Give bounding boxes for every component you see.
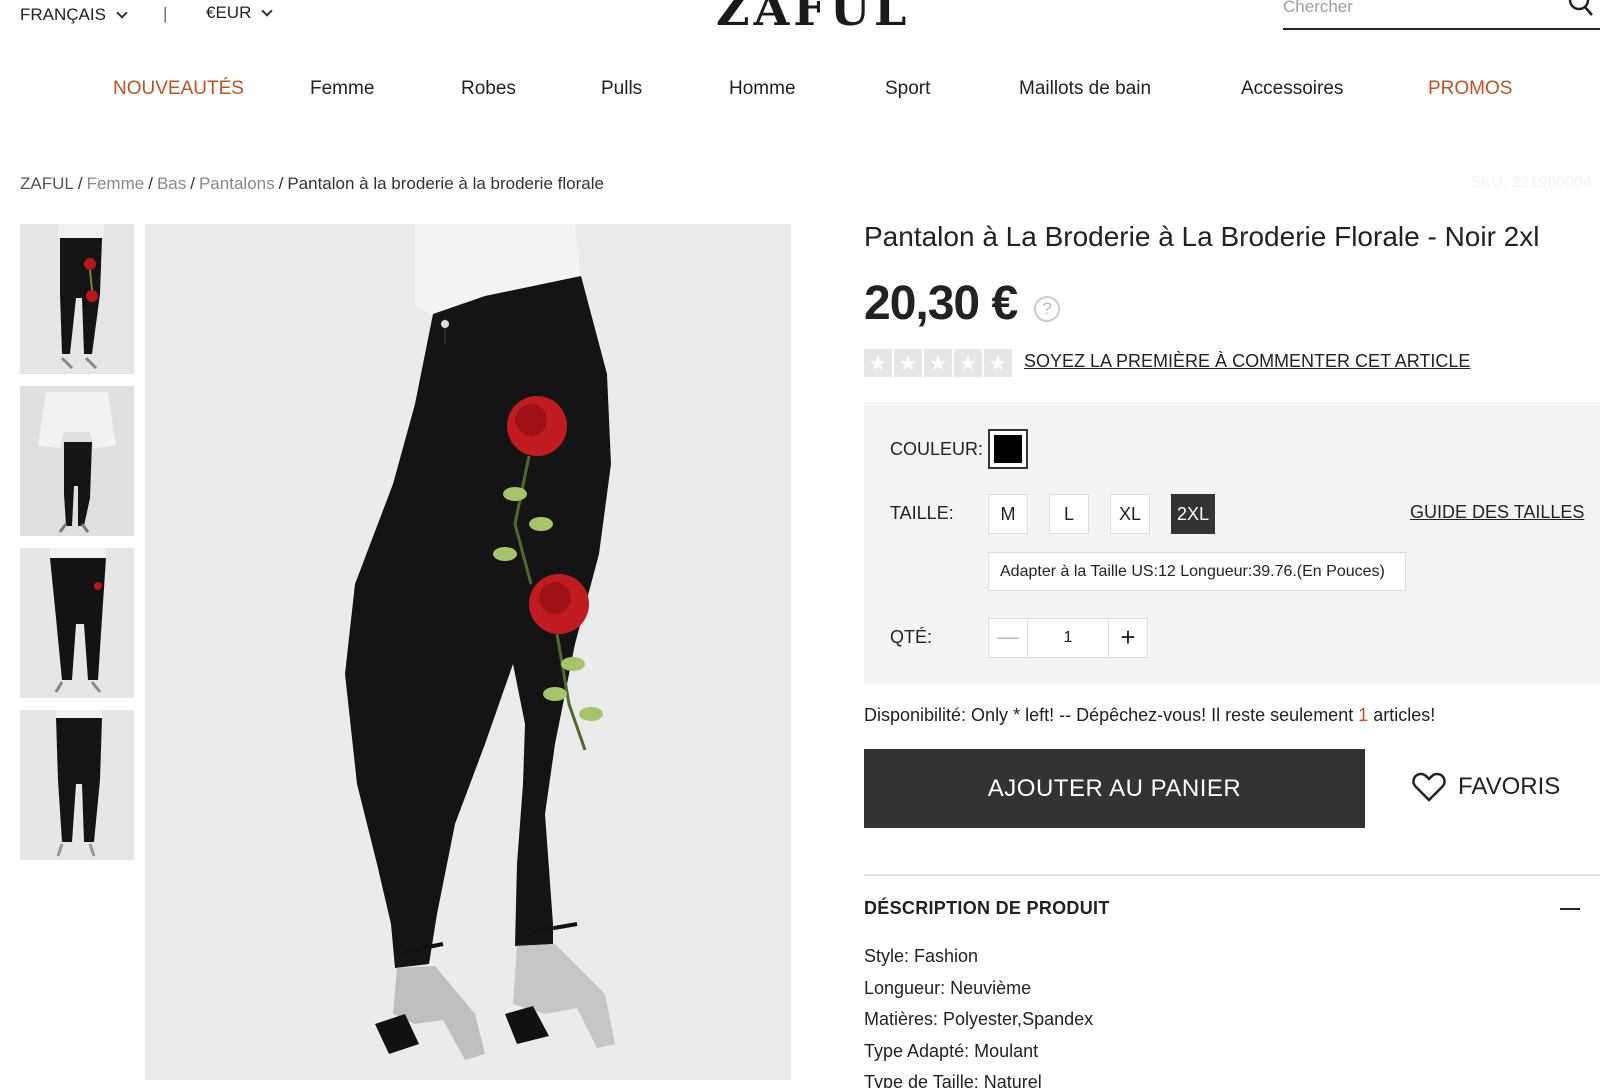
description-line: Matières: Polyester,Spandex: [864, 1009, 1094, 1029]
availability-count: 1: [1358, 705, 1369, 725]
availability-prefix: Disponibilité: Only * left! -- Dépêchez-…: [864, 705, 1359, 725]
size-option-2xl[interactable]: 2XL: [1171, 494, 1215, 534]
breadcrumb-separator: /: [190, 174, 195, 193]
search-icon[interactable]: [1567, 0, 1593, 20]
breadcrumb-separator: /: [77, 174, 83, 193]
thumbnail-image[interactable]: [20, 386, 134, 536]
description-title[interactable]: DÉSCRIPTION DE PRODUIT: [864, 898, 1110, 919]
rating-stars[interactable]: ★ ★ ★ ★ ★: [864, 349, 1012, 377]
nav-item-nouveautes[interactable]: NOUVEAUTÉS: [113, 78, 244, 100]
description-line: Type Adapté: Moulant: [864, 1041, 1039, 1061]
breadcrumb-separator: /: [278, 174, 284, 193]
description-line: Style: Fashion: [864, 946, 979, 966]
thumbnail-image[interactable]: [20, 224, 134, 374]
section-divider: [864, 874, 1600, 876]
star-icon: ★: [984, 349, 1012, 377]
search-box: [1283, 0, 1600, 30]
breadcrumb-link[interactable]: Femme: [87, 174, 145, 193]
product-title: Pantalon à La Broderie à La Broderie Flo…: [864, 221, 1540, 252]
search-input[interactable]: [1283, 0, 1543, 20]
review-link[interactable]: SOYEZ LA PREMIÈRE À COMMENTER CET ARTICL…: [1024, 351, 1470, 372]
nav-item-pulls[interactable]: Pulls: [601, 78, 642, 100]
size-option-l[interactable]: L: [1049, 494, 1089, 534]
color-label: COULEUR:: [890, 439, 984, 459]
description-line: Type de Taille: Naturel: [864, 1072, 1042, 1088]
color-fill: [994, 435, 1022, 463]
star-icon: ★: [954, 349, 982, 377]
breadcrumb-link[interactable]: Pantalons: [199, 174, 275, 193]
currency-selector[interactable]: €EUR: [206, 3, 274, 23]
nav-item-promos[interactable]: PROMOS: [1428, 78, 1512, 100]
breadcrumb-separator: /: [148, 174, 153, 193]
breadcrumb-current: Pantalon à la broderie à la broderie flo…: [287, 174, 604, 193]
language-label: FRANÇAIS: [20, 5, 106, 24]
size-option-xl[interactable]: XL: [1110, 494, 1150, 534]
chevron-down-icon: [261, 5, 274, 17]
qty-increase-button[interactable]: +: [1108, 619, 1147, 657]
product-price: 20,30 €: [864, 277, 1018, 330]
qty-decrease-button[interactable]: —: [989, 619, 1028, 657]
thumbnail-image[interactable]: [20, 710, 134, 860]
heart-icon: [1412, 772, 1446, 802]
language-selector[interactable]: FRANÇAIS: [20, 5, 128, 25]
add-to-cart-button[interactable]: AJOUTER AU PANIER: [864, 749, 1365, 828]
qty-label: QTÉ:: [890, 627, 933, 647]
availability-suffix: articles!: [1368, 705, 1436, 725]
breadcrumb-link[interactable]: ZAFUL: [20, 174, 74, 193]
product-main-image[interactable]: [145, 224, 791, 1080]
color-swatch-black[interactable]: [988, 429, 1028, 469]
nav-item-homme[interactable]: Homme: [729, 78, 796, 100]
size-fit-note: Adapter à la Taille US:12 Longueur:39.76…: [988, 552, 1406, 591]
star-icon: ★: [894, 349, 922, 377]
description-line: Longueur: Neuvième: [864, 978, 1032, 998]
breadcrumb: ZAFUL / Femme / Bas / Pantalons / Pantalon à la …: [20, 174, 604, 194]
favorites-label: FAVORIS: [1458, 773, 1561, 800]
nav-item-sport[interactable]: Sport: [885, 78, 930, 100]
site-logo[interactable]: ZAFUL: [716, 0, 910, 36]
availability-text: Disponibilité: Only * left! -- Dépêchez-…: [864, 705, 1435, 726]
breadcrumb-link[interactable]: Bas: [157, 174, 186, 193]
chevron-down-icon: [116, 7, 128, 19]
qty-input[interactable]: [1028, 619, 1108, 657]
thumbnail-image[interactable]: [20, 548, 134, 698]
quantity-stepper: — +: [988, 618, 1148, 658]
size-label: TAILLE:: [890, 503, 954, 523]
topbar-separator: |: [163, 4, 168, 23]
currency-label: €EUR: [206, 3, 252, 22]
question-icon[interactable]: ?: [1034, 296, 1060, 322]
favorites-button[interactable]: FAVORIS: [1412, 772, 1560, 802]
star-icon: ★: [924, 349, 952, 377]
sku-label: SKU: 221980004: [1470, 174, 1592, 191]
product-options-panel: COULEUR: TAILLE: M L XL 2XL GUIDE DES TA…: [864, 402, 1600, 684]
top-bar: FRANÇAIS | €EUR ZAFUL: [0, 0, 1600, 40]
size-guide-link[interactable]: GUIDE DES TAILLES: [1410, 502, 1584, 523]
main-nav: NOUVEAUTÉS Femme Robes Pulls Homme Sport…: [0, 78, 1600, 108]
star-icon: ★: [864, 349, 892, 377]
nav-item-maillots[interactable]: Maillots de bain: [1019, 78, 1151, 100]
size-option-m[interactable]: M: [988, 494, 1028, 534]
nav-item-robes[interactable]: Robes: [461, 78, 516, 100]
collapse-icon[interactable]: [1560, 908, 1580, 910]
nav-item-femme[interactable]: Femme: [310, 78, 374, 100]
nav-item-accessoires[interactable]: Accessoires: [1241, 78, 1343, 100]
